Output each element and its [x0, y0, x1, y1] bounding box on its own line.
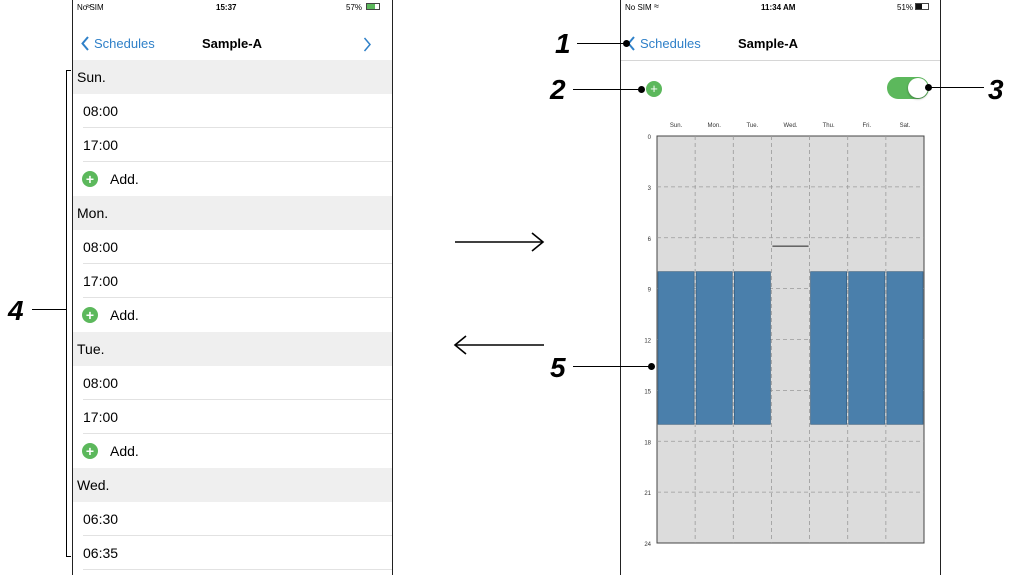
y-tick-label: 9: [648, 288, 652, 294]
wifi-icon: ≈: [654, 1, 659, 11]
battery-icon: [366, 3, 380, 10]
time-row[interactable]: 08:00: [73, 230, 392, 264]
nav-bar: Schedules Sample-A: [73, 16, 392, 61]
back-button[interactable]: Schedules: [81, 36, 155, 51]
y-tick-label: 24: [644, 542, 651, 548]
time-value: 17:00: [83, 409, 119, 425]
callout-1-dot: [623, 40, 630, 47]
add-label: Add.: [110, 171, 139, 187]
back-button-label: Schedules: [94, 36, 155, 51]
x-tick-label: Mon.: [708, 123, 722, 129]
callout-2: 2: [550, 74, 566, 105]
callout-5-line: [573, 366, 652, 367]
time-value: 08:00: [83, 239, 119, 255]
callout-3: 3: [988, 74, 1004, 105]
callout-1: 1: [555, 28, 571, 59]
status-time: 15:37: [216, 3, 237, 12]
nav-bar: Schedules Sample-A: [621, 16, 940, 61]
time-value: 17:00: [83, 137, 119, 153]
plus-circle-icon: +: [82, 307, 98, 323]
page-title: Sample-A: [202, 36, 262, 51]
callout-4: 4: [8, 295, 24, 326]
page-title: Sample-A: [738, 36, 798, 51]
left-phone-screen: No SIM ≈ 15:37 57% Schedules Sample-A Su…: [72, 0, 393, 575]
y-tick-label: 18: [644, 440, 651, 446]
status-bar: No SIM ≈ 15:37 57%: [73, 0, 392, 16]
status-bar: No SIM ≈ 11:34 AM 51%: [621, 0, 940, 16]
time-value: 08:00: [83, 103, 119, 119]
time-value: 17:00: [83, 273, 119, 289]
callout-4-bracket: [66, 70, 71, 557]
add-time-button[interactable]: + Add.: [73, 434, 392, 468]
callout-2-line: [573, 89, 643, 90]
schedule-block: [657, 271, 695, 425]
flow-arrows: [453, 232, 545, 355]
callout-4-line: [32, 309, 66, 310]
plus-icon: +: [650, 81, 658, 96]
callout-5: 5: [550, 352, 566, 383]
battery-percent: 51%: [897, 3, 914, 12]
time-value: 08:00: [83, 375, 119, 391]
add-schedule-button[interactable]: +: [646, 81, 662, 97]
x-tick-label: Thu.: [823, 123, 835, 129]
time-row[interactable]: 17:00: [73, 264, 392, 298]
weekly-schedule-chart[interactable]: 0 3 6 9 12 15 18 21 24 Sun. Mon. Tue. Wed. Thu. Fri. Sa…: [621, 115, 940, 555]
chevron-right-icon[interactable]: [363, 37, 372, 52]
plus-circle-icon: +: [82, 443, 98, 459]
chevron-left-icon: [81, 36, 89, 51]
x-tick-label: Sun.: [670, 123, 683, 129]
schedule-block: [810, 271, 848, 425]
add-label: Add.: [110, 307, 139, 323]
day-header-wed: Wed.: [73, 468, 392, 502]
back-button-label: Schedules: [640, 36, 701, 51]
x-tick-label: Fri.: [862, 123, 871, 129]
add-time-button[interactable]: + Add.: [73, 162, 392, 196]
y-tick-label: 6: [648, 237, 652, 243]
schedule-block: [695, 271, 733, 425]
schedule-block: [886, 271, 924, 425]
time-row[interactable]: 08:00: [73, 366, 392, 400]
day-header-tue: Tue.: [73, 332, 392, 366]
plus-circle-icon: +: [82, 171, 98, 187]
back-button[interactable]: Schedules: [627, 36, 701, 51]
time-value: 06:35: [83, 545, 119, 561]
y-tick-label: 0: [648, 135, 652, 141]
day-header-mon: Mon.: [73, 196, 392, 230]
time-row[interactable]: 08:00: [73, 94, 392, 128]
y-tick-label: 3: [648, 186, 652, 192]
callout-5-dot: [648, 363, 655, 370]
x-tick-label: Tue.: [746, 123, 758, 129]
battery-percent: 57%: [346, 3, 363, 12]
y-tick-label: 21: [644, 491, 651, 497]
add-label: Add.: [110, 443, 139, 459]
callout-3-dot: [925, 84, 932, 91]
time-row[interactable]: 06:35: [73, 536, 392, 570]
carrier-label: No SIM: [625, 3, 652, 12]
time-row[interactable]: 17:00: [73, 400, 392, 434]
y-tick-label: 15: [644, 389, 651, 395]
schedule-enable-toggle[interactable]: [887, 77, 929, 99]
time-row[interactable]: 17:00: [73, 128, 392, 162]
callout-1-line: [577, 43, 627, 44]
status-time: 11:34 AM: [761, 3, 796, 12]
x-tick-label: Sat.: [900, 123, 911, 129]
time-value: 06:30: [83, 511, 119, 527]
add-time-button[interactable]: + Add.: [73, 298, 392, 332]
time-row[interactable]: 06:30: [73, 502, 392, 536]
callout-3-line: [928, 87, 984, 88]
day-header-sun: Sun.: [73, 60, 392, 94]
right-phone-screen: No SIM ≈ 11:34 AM 51% Schedules Sample-A…: [620, 0, 941, 575]
schedule-block: [848, 271, 886, 425]
wifi-icon: ≈: [86, 1, 91, 11]
x-tick-label: Wed.: [784, 123, 798, 129]
y-tick-label: 12: [644, 339, 651, 345]
schedule-block: [733, 271, 771, 425]
battery-icon: [915, 3, 929, 10]
callout-2-dot: [638, 86, 645, 93]
